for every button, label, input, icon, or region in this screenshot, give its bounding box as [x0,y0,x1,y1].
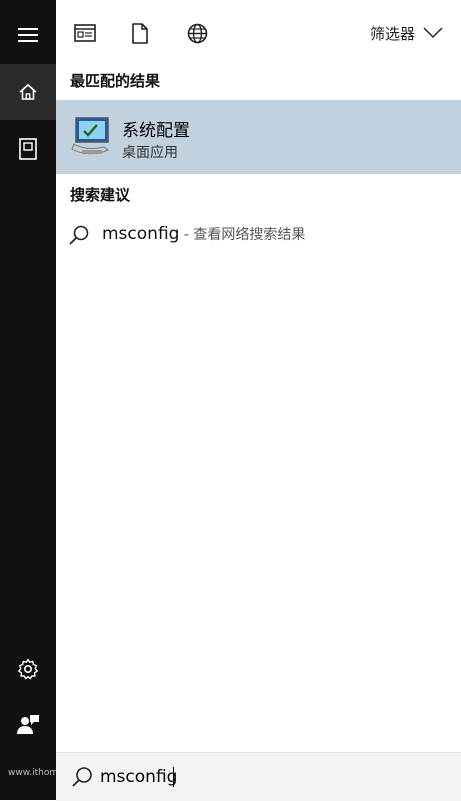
suggestion-text: msconfig - 查看网络搜索结果 [102,224,305,244]
search-input[interactable] [100,763,440,791]
suggestion-query: msconfig [102,224,180,244]
app-type: 桌面应用 [122,145,178,161]
feedback-person-icon [17,715,39,734]
system-config-app-icon [71,117,109,155]
suggestion-subtext: - 查看网络搜索结果 [179,227,306,243]
home-button[interactable] [0,64,56,120]
suggestion-item[interactable]: msconfig - 查看网络搜索结果 [56,218,461,252]
gear-icon [18,658,38,680]
search-box [56,752,461,801]
documents-filter-button[interactable] [127,20,153,46]
best-match-result[interactable]: 系统配置 桌面应用 [56,100,461,174]
search-suggestions-heading: 搜索建议 [70,186,131,204]
hamburger-icon [18,28,38,42]
search-results-panel: 筛选器 最匹配的结果 系统配置 桌面应用 搜索建议 msconfig - 查看网… [56,0,461,801]
globe-icon [187,23,207,43]
search-icon [69,225,89,245]
app-name: 系统配置 [122,121,190,141]
sidebar: www.ithome.com [0,0,86,800]
filter-toolbar: 筛选器 [56,0,461,64]
home-icon [19,83,37,100]
notebook-icon [19,138,37,160]
best-match-heading: 最匹配的结果 [70,72,161,90]
document-icon [132,22,148,44]
text-caret [173,767,174,787]
filter-dropdown[interactable]: 筛选器 [370,20,443,46]
search-icon [72,767,92,787]
notebook-button[interactable] [0,122,56,176]
apps-filter-button[interactable] [72,20,98,46]
chevron-down-icon [423,27,443,39]
web-filter-button[interactable] [184,20,210,46]
settings-button[interactable] [0,644,56,694]
filter-label: 筛选器 [369,24,415,43]
feedback-button[interactable] [0,700,56,750]
app-window-icon [74,24,96,42]
hamburger-menu-button[interactable] [0,8,56,62]
